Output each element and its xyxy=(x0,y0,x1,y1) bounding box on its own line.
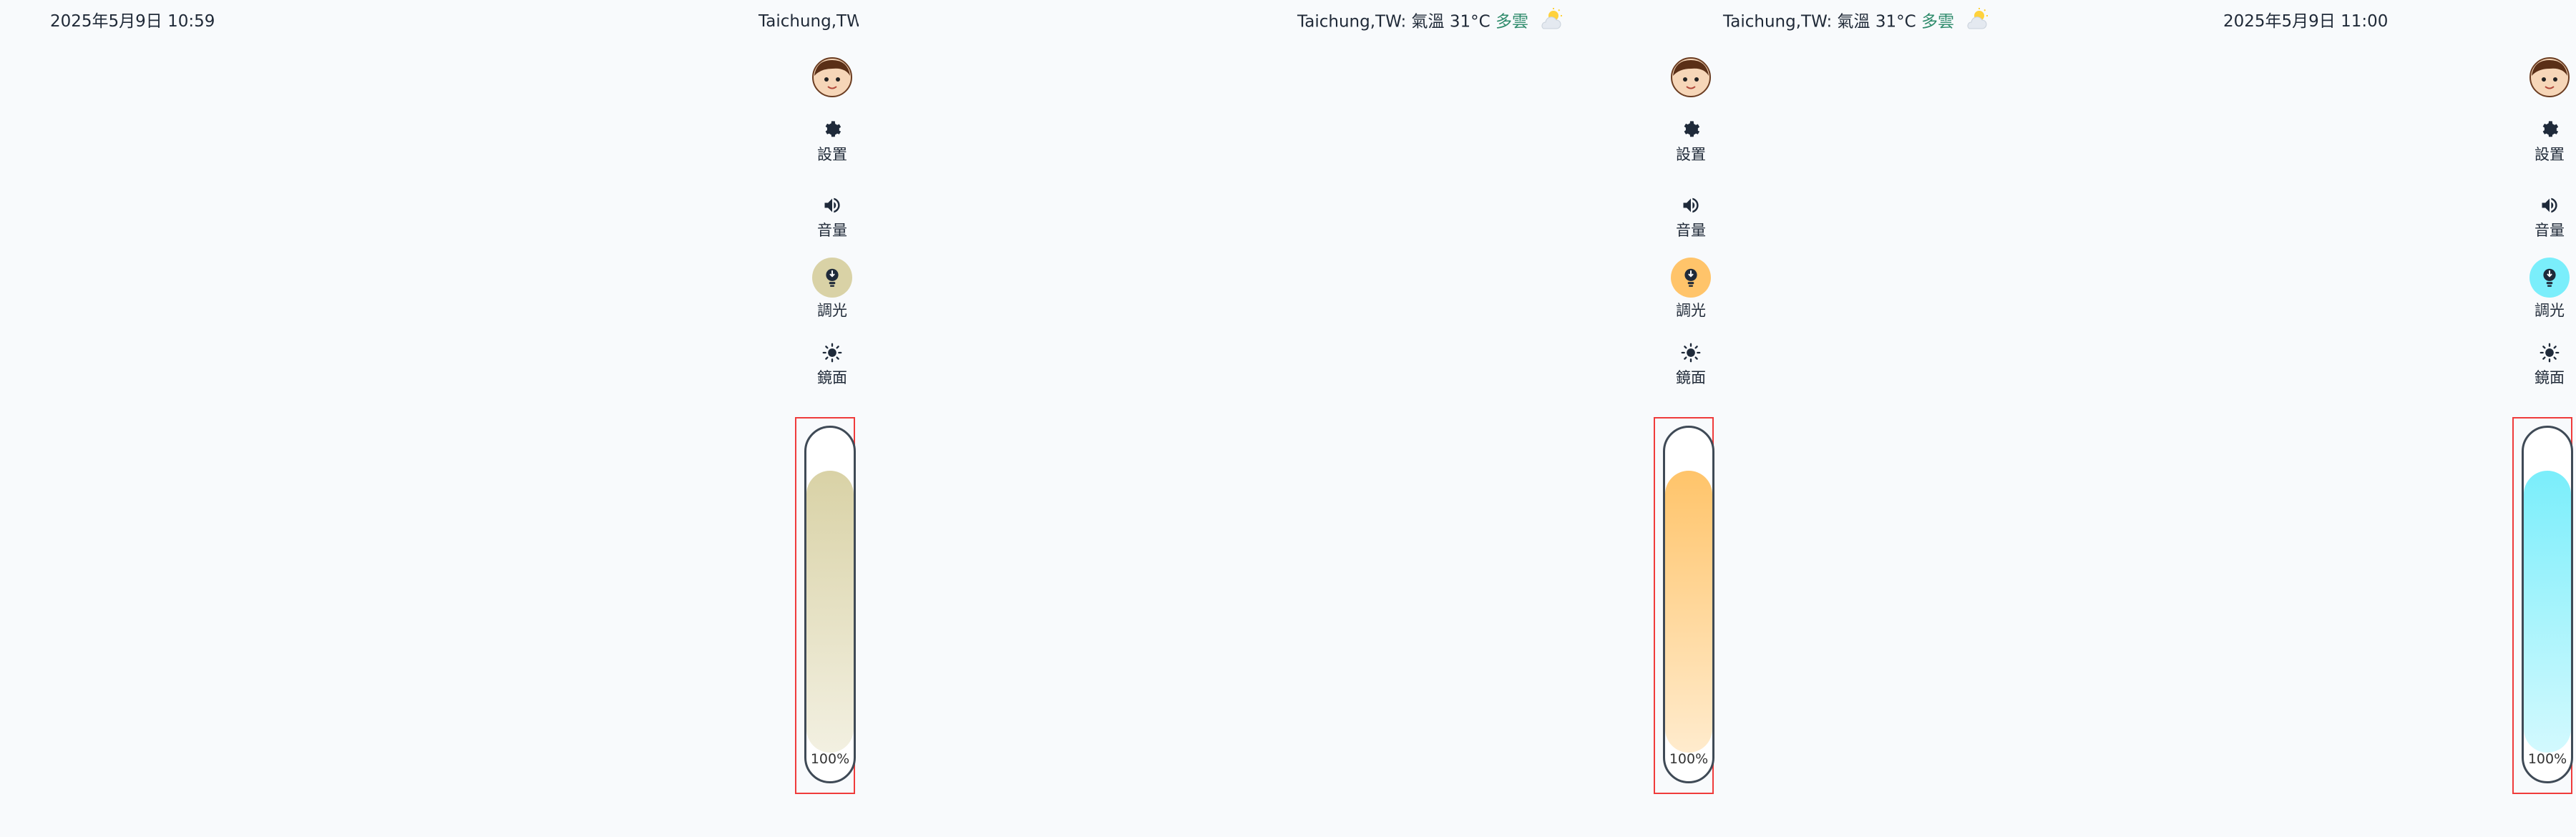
slider-fill xyxy=(2524,471,2571,753)
settings-button[interactable]: 設置 xyxy=(800,117,859,165)
weather-info: Taichung,TW: 氣溫 31°C 多雲 xyxy=(758,7,859,31)
slider-highlight: 100% xyxy=(2512,417,2573,794)
lightbulb-icon xyxy=(2529,258,2570,298)
settings-button[interactable]: 設置 xyxy=(1659,117,1717,165)
slider-fill xyxy=(1665,471,1712,753)
partly-cloudy-icon xyxy=(1538,7,1563,37)
sun-icon xyxy=(820,341,844,365)
gear-icon xyxy=(2537,117,2562,142)
sun-icon xyxy=(1679,341,1703,365)
slider-value: 100% xyxy=(1669,751,1709,767)
speaker-icon xyxy=(1679,193,1703,217)
gear-icon xyxy=(1679,117,1703,142)
lightbulb-icon xyxy=(1671,258,1711,298)
slider-value: 100% xyxy=(2527,751,2567,767)
settings-label: 設置 xyxy=(817,146,847,163)
mirror-label: 鏡面 xyxy=(817,369,847,386)
sun-icon xyxy=(2537,341,2562,365)
weather-text: Taichung,TW: 氣溫 31°C xyxy=(758,12,859,31)
slider-value: 100% xyxy=(810,751,850,767)
volume-button[interactable]: 音量 xyxy=(1659,193,1717,240)
settings-button[interactable]: 設置 xyxy=(2517,117,2576,165)
avatar[interactable] xyxy=(812,57,852,97)
brightness-slider[interactable]: 100% xyxy=(2522,426,2573,783)
volume-label: 音量 xyxy=(1676,222,1706,239)
weather-info: Taichung,TW: 氣溫 31°C 多雲 xyxy=(1297,7,1563,37)
mirror-button[interactable]: 鏡面 xyxy=(2517,341,2576,388)
partly-cloudy-icon xyxy=(1963,7,1989,37)
brightness-slider[interactable]: 100% xyxy=(804,426,856,783)
weather-text: Taichung,TW: 氣溫 31°C xyxy=(1723,12,1916,31)
lightbulb-icon xyxy=(812,258,852,298)
dimming-button[interactable]: 調光 xyxy=(800,258,859,320)
weather-condition: 多雲 xyxy=(1495,12,1528,31)
mirror-button[interactable]: 鏡面 xyxy=(1659,341,1717,388)
speaker-icon xyxy=(2537,193,2562,217)
volume-label: 音量 xyxy=(817,222,847,239)
slider-highlight: 100% xyxy=(1654,417,1714,794)
settings-label: 設置 xyxy=(1676,146,1706,163)
clock-datetime: 2025年5月9日 11:00 xyxy=(2223,12,2389,31)
mirror-button[interactable]: 鏡面 xyxy=(800,341,859,388)
volume-label: 音量 xyxy=(2534,222,2565,239)
dimming-button[interactable]: 調光 xyxy=(1659,258,1717,320)
slider-highlight: 100% xyxy=(795,417,856,794)
volume-button[interactable]: 音量 xyxy=(2517,193,2576,240)
dimming-label: 調光 xyxy=(1676,302,1706,319)
avatar[interactable] xyxy=(2529,57,2570,97)
settings-label: 設置 xyxy=(2534,146,2565,163)
dimming-button[interactable]: 調光 xyxy=(2517,258,2576,320)
avatar[interactable] xyxy=(1671,57,1711,97)
dimming-label: 調光 xyxy=(2534,302,2565,319)
panel-left: 2025年5月9日 10:59 Taichung,TW: 氣溫 31°C 多雲 … xyxy=(0,0,859,837)
panel-right: Taichung,TW: 氣溫 31°C 多雲 2025年5月9日 11:00 … xyxy=(1717,0,2576,837)
slider-fill xyxy=(806,471,854,753)
weather-condition: 多雲 xyxy=(1921,12,1954,31)
dimming-label: 調光 xyxy=(817,302,847,319)
gear-icon xyxy=(820,117,844,142)
clock-datetime: 2025年5月9日 10:59 xyxy=(50,12,215,31)
brightness-slider[interactable]: 100% xyxy=(1663,426,1714,783)
mirror-label: 鏡面 xyxy=(1676,369,1706,386)
speaker-icon xyxy=(820,193,844,217)
mirror-label: 鏡面 xyxy=(2534,369,2565,386)
weather-info: Taichung,TW: 氣溫 31°C 多雲 xyxy=(1723,7,1989,37)
panel-middle: Taichung,TW: 氣溫 31°C 多雲 設置 音量 調光 鏡面 100% xyxy=(859,0,1717,837)
volume-button[interactable]: 音量 xyxy=(800,193,859,240)
weather-text: Taichung,TW: 氣溫 31°C xyxy=(1297,12,1491,31)
